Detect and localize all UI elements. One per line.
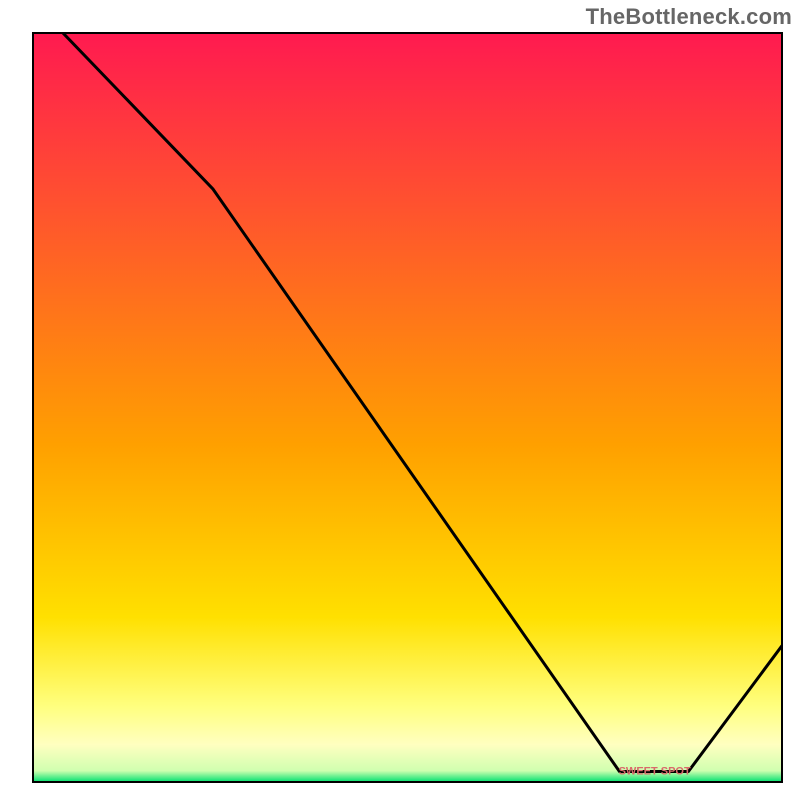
chart-svg: SWEET SPOT	[0, 0, 800, 800]
watermark-text: TheBottleneck.com	[586, 4, 792, 30]
chart-canvas: SWEET SPOT TheBottleneck.com	[0, 0, 800, 800]
plot-background	[33, 33, 782, 782]
sweet-spot-label: SWEET SPOT	[619, 766, 691, 778]
